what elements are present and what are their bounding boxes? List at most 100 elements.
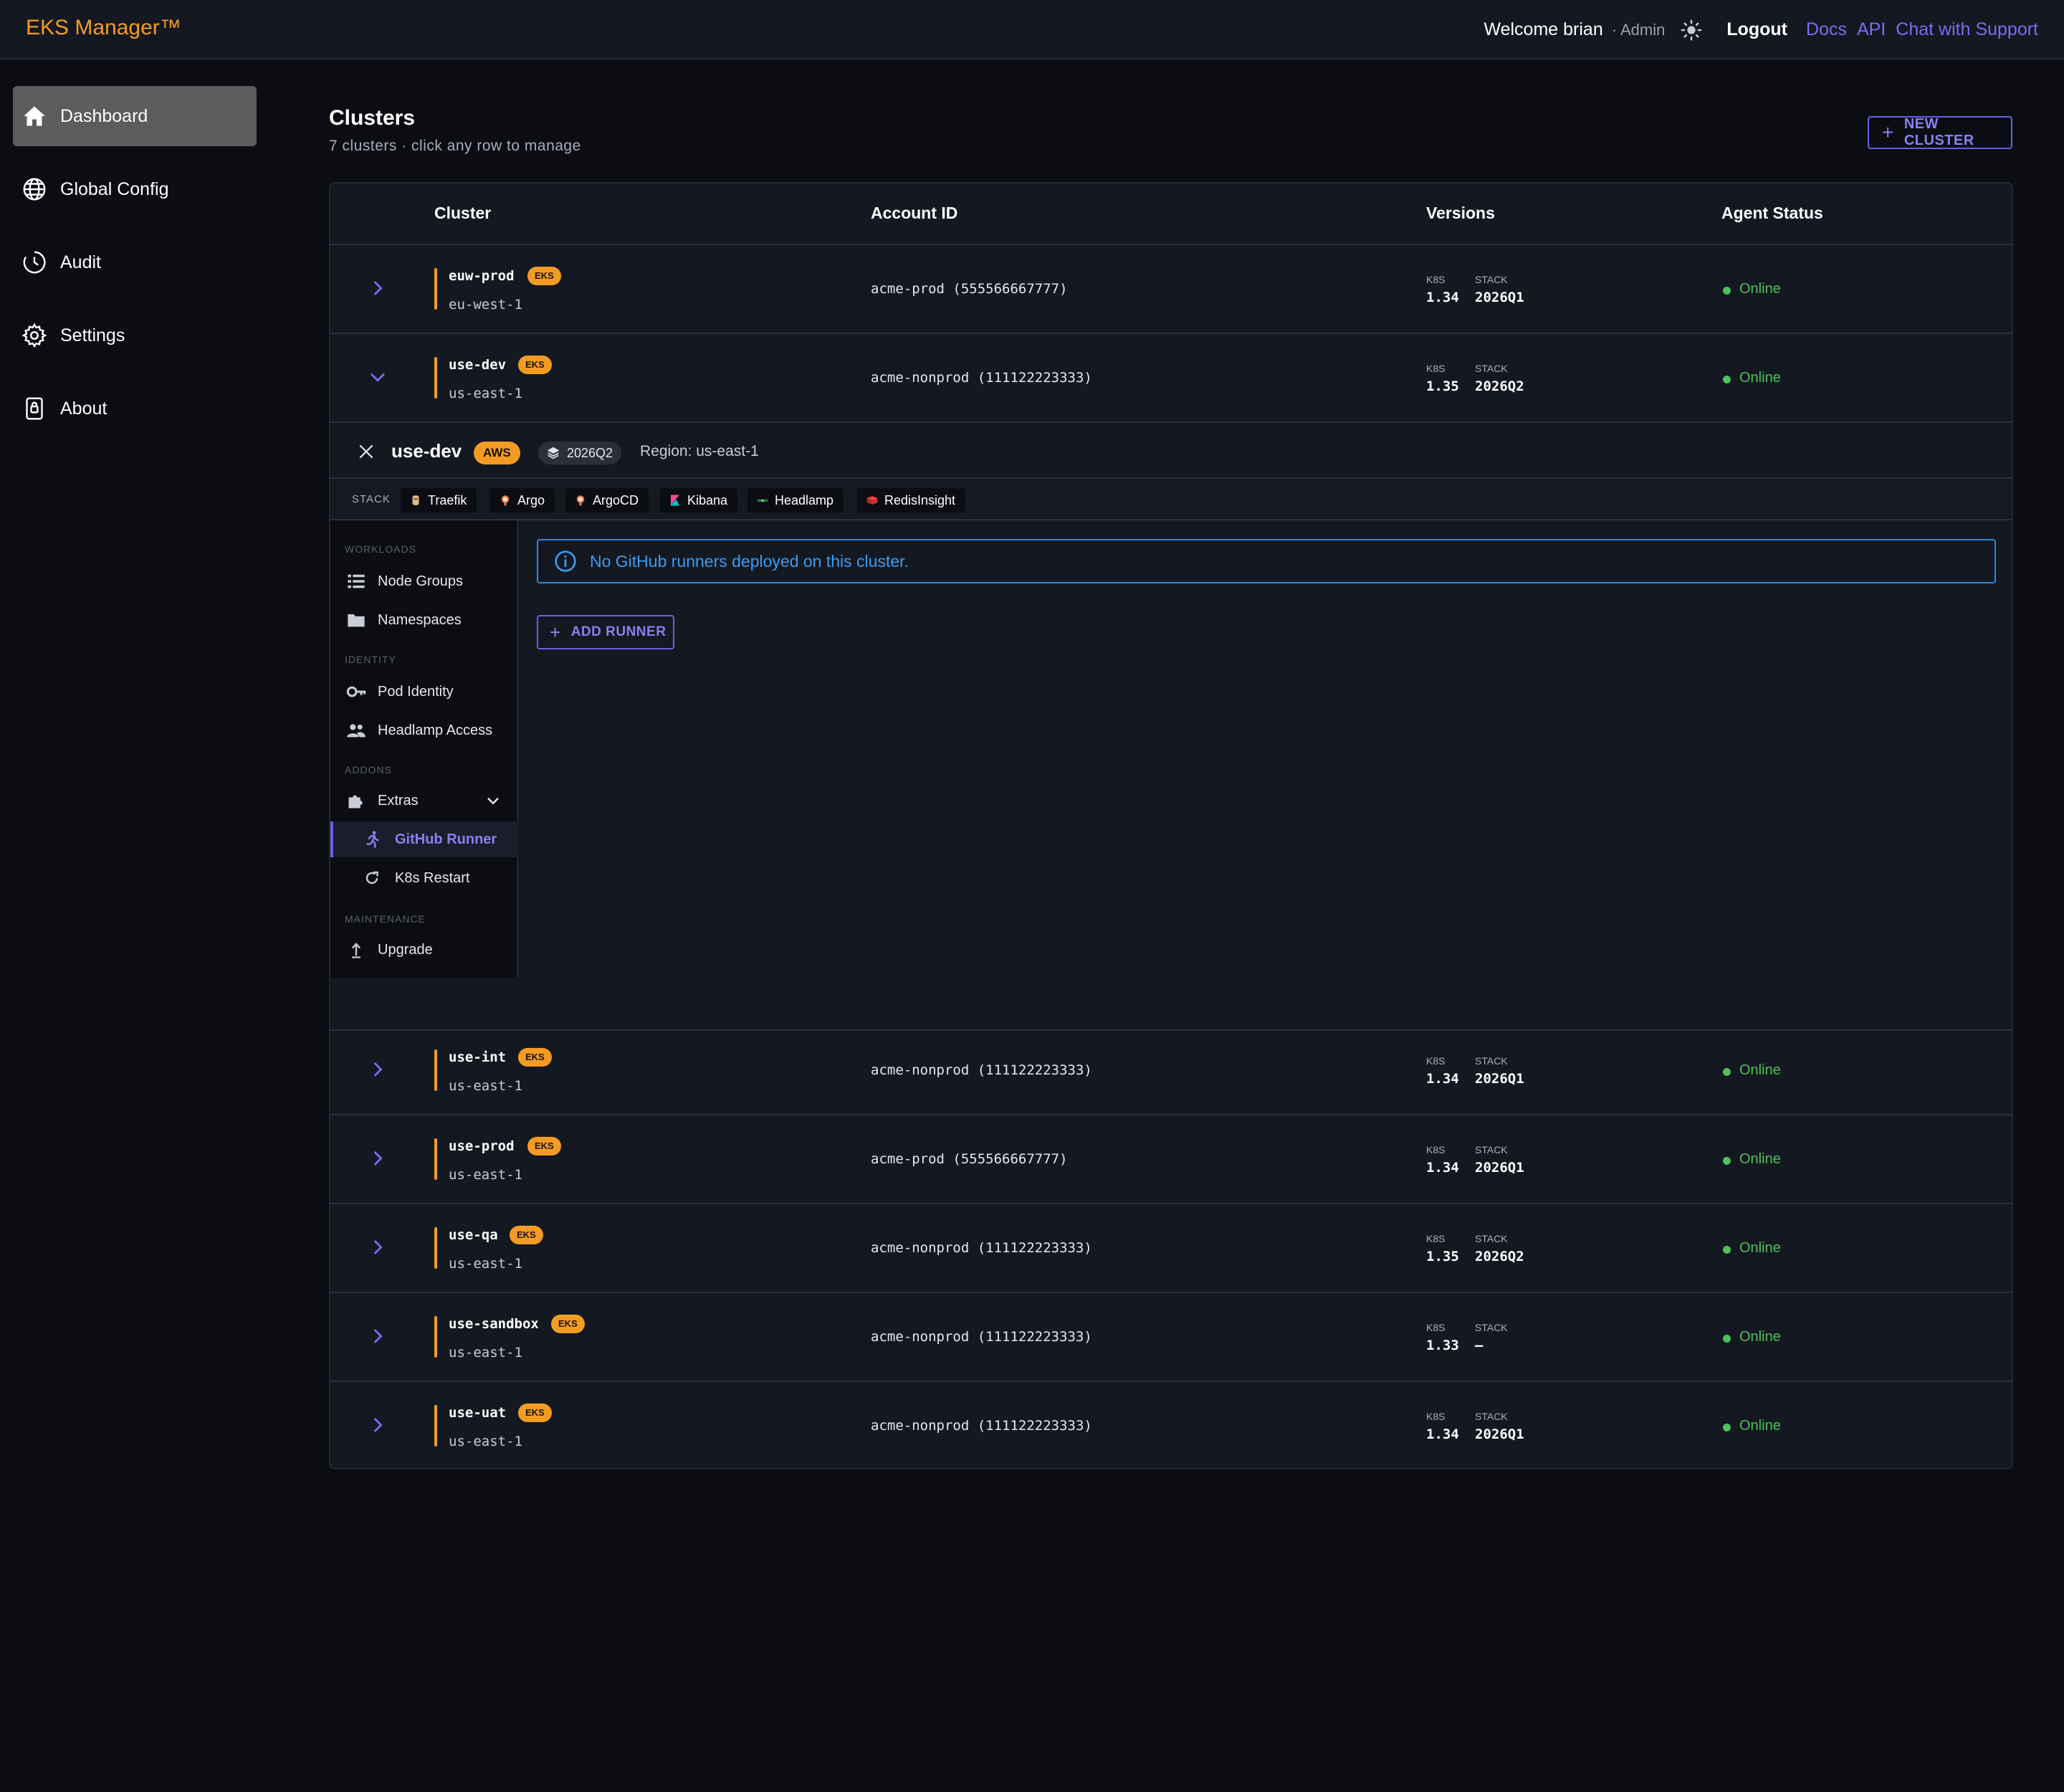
cluster-region: us-east-1 [449,386,522,401]
table-row[interactable]: use-dev EKS us-east-1 acme-nonprod (1111… [330,334,2012,423]
sidebar-item-about[interactable]: About [13,378,257,439]
theme-toggle-sun-icon[interactable] [1681,19,1702,41]
status-dot [1723,1157,1731,1165]
sidebar-item-dashboard[interactable]: Dashboard [13,86,257,146]
account-id: acme-nonprod (111122223333) [871,1062,1092,1078]
stack-label: STACK [1475,363,1508,374]
docs-link[interactable]: Docs [1806,19,1847,40]
stack-chip-traefik[interactable]: Traefik [401,488,477,513]
cluster-name: use-prod [449,1138,515,1154]
argo-icon [501,495,510,506]
add-runner-label: ADD RUNNER [570,624,666,639]
subnav-item-headlamp-access[interactable]: Headlamp Access [330,712,518,748]
k8s-version: 1.33 [1426,1338,1459,1353]
sidebar-item-label: Dashboard [60,105,148,126]
chevron-right-icon[interactable] [368,1237,388,1257]
sidebar-item-settings[interactable]: Settings [13,305,257,366]
cluster-type-badge: EKS [518,1403,552,1422]
section-label-maintenance: MAINTENANCE [345,913,426,925]
stack-chip-kibana[interactable]: Kibana [660,488,738,513]
add-runner-button[interactable]: + ADD RUNNER [537,615,674,649]
stack-version: 2026Q1 [1475,1071,1524,1087]
k8s-version: 1.35 [1426,378,1459,394]
headlamp-icon [757,499,768,502]
app-brand[interactable]: EKS Manager™ [26,16,181,40]
agent-status: Online [1739,1062,1781,1078]
table-row[interactable]: use-int EKS us-east-1 acme-nonprod (1111… [330,1026,2012,1115]
row-accent-bar [434,1049,437,1091]
chevron-right-icon[interactable] [368,278,388,298]
stack-chip-redisinsight[interactable]: RedisInsight [857,488,966,513]
stack-chip-headlamp[interactable]: Headlamp [747,488,844,513]
logout-button[interactable]: Logout [1726,19,1787,40]
chevron-down-icon[interactable] [485,793,501,809]
clusters-table: Cluster Account ID Versions Agent Status… [329,182,2013,1469]
column-header-versions: Versions [1426,204,1495,222]
subnav-item-k8s-restart[interactable]: K8s Restart [330,860,518,896]
k8s-label: K8S [1426,1411,1446,1422]
alert-message: No GitHub runners deployed on this clust… [590,551,909,571]
cluster-region: us-east-1 [449,1256,522,1272]
k8s-label: K8S [1426,1144,1446,1155]
stack-chip-label: Kibana [687,492,728,507]
table-row[interactable]: use-qa EKS us-east-1 acme-nonprod (11112… [330,1204,2012,1293]
subnav-item-label: K8s Restart [395,869,470,886]
stack-chip-argo[interactable]: Argo [490,488,555,513]
provider-badge: AWS [474,442,520,464]
cluster-type-badge: EKS [551,1315,585,1333]
k8s-version: 1.34 [1426,1071,1459,1087]
list-icon [348,574,365,588]
cluster-type-badge: EKS [527,267,561,285]
subnav-item-label: Extras [378,792,419,809]
people-icon [347,724,366,738]
stack-components: STACK Traefik Argo ArgoCD Kibana Headlam… [330,479,2012,520]
status-dot [1723,1335,1731,1343]
table-row[interactable]: use-sandbox EKS us-east-1 acme-nonprod (… [330,1293,2012,1382]
chevron-right-icon[interactable] [368,1059,388,1080]
cluster-region: us-east-1 [449,1167,522,1183]
stack-version-text: 2026Q2 [567,445,613,460]
sidebar-item-audit[interactable]: Audit [13,232,257,292]
subnav-item-github-runner[interactable]: GitHub Runner [330,821,518,857]
plus-icon: + [550,621,561,643]
clock-icon [23,251,46,274]
column-header-cluster: Cluster [434,204,492,222]
row-accent-bar [434,1316,437,1358]
chevron-right-icon[interactable] [368,1415,388,1435]
chevron-right-icon[interactable] [368,1326,388,1346]
table-row[interactable]: euw-prod EKS eu-west-1 acme-prod (555566… [330,245,2012,334]
row-accent-bar [434,1405,437,1447]
subnav-item-pod-identity[interactable]: Pod Identity [330,674,518,710]
subnav-item-node-groups[interactable]: Node Groups [330,563,518,599]
new-cluster-label: NEW CLUSTER [1903,116,1974,148]
chat-support-link[interactable]: Chat with Support [1896,19,2038,40]
cluster-detail-panel: use-dev AWS 2026Q2 Region: us-east-1 STA… [330,423,2012,1031]
upgrade-icon [351,943,361,958]
k8s-version: 1.35 [1426,1249,1459,1264]
table-row[interactable]: use-uat EKS us-east-1 acme-nonprod (1111… [330,1382,2012,1468]
cluster-region: us-east-1 [449,1078,522,1094]
argocd-icon [576,495,585,506]
chevron-right-icon[interactable] [368,1148,388,1168]
runner-icon [366,831,379,849]
api-link[interactable]: API [1857,19,1886,40]
sidebar-item-global-config[interactable]: Global Config [13,159,257,219]
cluster-type-badge: EKS [527,1137,561,1155]
chevron-down-icon[interactable] [368,367,388,387]
close-icon[interactable] [358,443,375,460]
restart-icon [366,871,378,885]
folder-icon [348,614,365,627]
subnav-item-label: Upgrade [378,941,433,958]
cluster-type-badge: EKS [518,1048,552,1067]
status-dot [1723,1246,1731,1254]
table-row[interactable]: use-prod EKS us-east-1 acme-prod (555566… [330,1115,2012,1204]
subnav-item-upgrade[interactable]: Upgrade [330,932,518,968]
new-cluster-button[interactable]: + NEW CLUSTER [1868,116,2012,149]
stack-version: 2026Q1 [1475,1426,1524,1442]
agent-status: Online [1739,1240,1781,1256]
subnav-item-extras[interactable]: Extras [330,783,518,819]
subnav-item-namespaces[interactable]: Namespaces [330,602,518,638]
cluster-name: use-dev [449,357,507,373]
stack-chip-argocd[interactable]: ArgoCD [565,488,649,513]
column-header-agent-status: Agent Status [1721,204,1823,222]
